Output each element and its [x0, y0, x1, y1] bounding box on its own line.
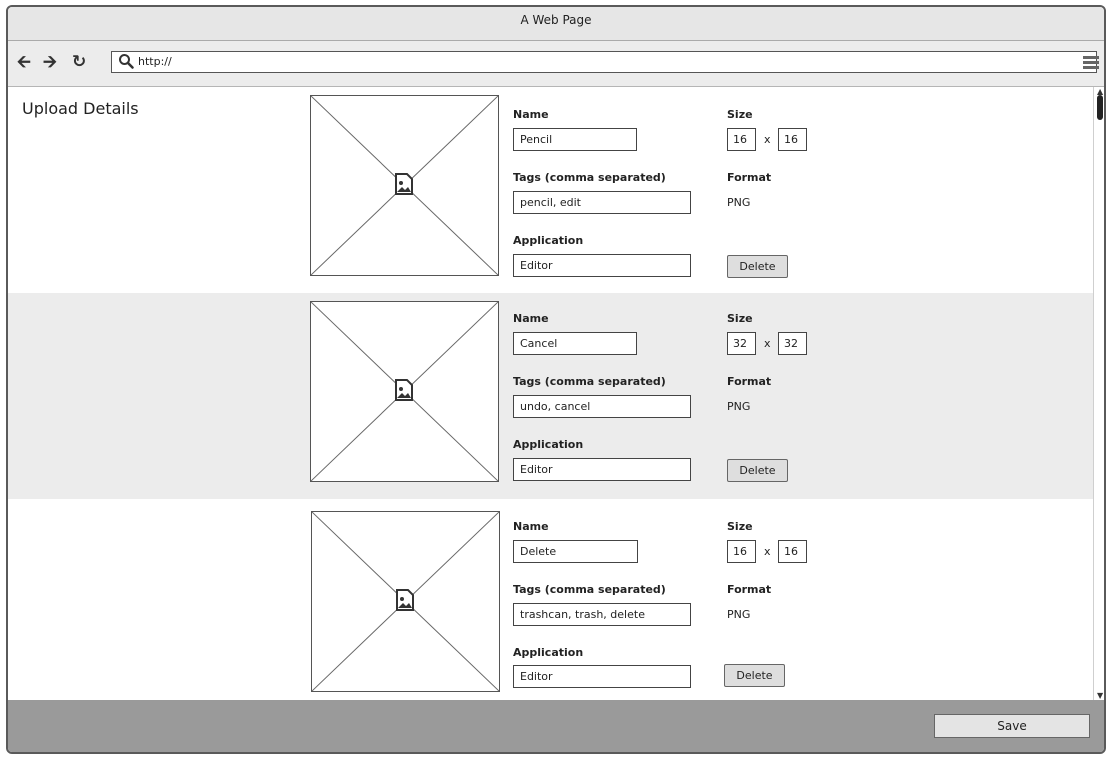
tags-field[interactable]: pencil, edit [513, 191, 691, 214]
application-field[interactable]: Editor [513, 254, 691, 277]
save-button[interactable]: Save [934, 714, 1090, 738]
image-placeholder [310, 95, 499, 276]
height-field[interactable]: 32 [778, 332, 807, 355]
height-field[interactable]: 16 [778, 128, 807, 151]
upload-item: Name Pencil Tags (comma separated) penci… [8, 87, 1093, 293]
name-label: Name [513, 520, 549, 533]
tags-label: Tags (comma separated) [513, 583, 666, 596]
scrollbar-thumb[interactable] [1097, 95, 1103, 120]
browser-window: A Web Page 🡨 🡪 ↻ http:// Upload Details … [6, 5, 1106, 754]
tags-field[interactable]: undo, cancel [513, 395, 691, 418]
format-label: Format [727, 583, 772, 596]
application-field[interactable]: Editor [513, 458, 691, 481]
size-label: Size [727, 312, 753, 325]
name-field[interactable]: Delete [513, 540, 638, 563]
format-label: Format [727, 375, 772, 388]
image-placeholder-icon [395, 173, 413, 195]
address-bar[interactable]: http:// [111, 51, 1097, 73]
search-icon [119, 54, 134, 69]
name-label: Name [513, 312, 549, 325]
page-content: Upload Details Name Pencil Tags (comma s… [8, 87, 1093, 700]
delete-button[interactable]: Delete [727, 459, 788, 482]
format-label: Format [727, 171, 772, 184]
delete-button[interactable]: Delete [727, 255, 788, 278]
size-label: Size [727, 520, 753, 533]
application-field[interactable]: Editor [513, 665, 691, 688]
width-field[interactable]: 16 [727, 128, 756, 151]
vertical-scrollbar[interactable]: ▲ ▼ [1093, 87, 1104, 700]
window-title: A Web Page [8, 7, 1104, 41]
size-separator: x [764, 133, 771, 146]
back-arrow-icon[interactable]: 🡨 [17, 53, 31, 71]
format-value: PNG [727, 400, 751, 413]
scroll-down-icon[interactable]: ▼ [1097, 691, 1103, 700]
size-separator: x [764, 545, 771, 558]
upload-item: Name Cancel Tags (comma separated) undo,… [8, 293, 1093, 499]
footer-bar: Save [8, 700, 1104, 752]
image-placeholder-icon [396, 589, 414, 611]
name-label: Name [513, 108, 549, 121]
format-value: PNG [727, 608, 751, 621]
reload-icon[interactable]: ↻ [72, 53, 86, 71]
hamburger-menu-icon[interactable] [1083, 56, 1099, 69]
name-field[interactable]: Cancel [513, 332, 637, 355]
upload-item: Name Delete Tags (comma separated) trash… [8, 499, 1093, 700]
browser-toolbar: 🡨 🡪 ↻ http:// [8, 41, 1104, 87]
height-field[interactable]: 16 [778, 540, 807, 563]
size-label: Size [727, 108, 753, 121]
tags-label: Tags (comma separated) [513, 375, 666, 388]
application-label: Application [513, 234, 584, 247]
application-label: Application [513, 438, 584, 451]
format-value: PNG [727, 196, 751, 209]
name-field[interactable]: Pencil [513, 128, 637, 151]
delete-button[interactable]: Delete [724, 664, 785, 687]
width-field[interactable]: 16 [727, 540, 756, 563]
image-placeholder [310, 301, 499, 482]
tags-field[interactable]: trashcan, trash, delete [513, 603, 691, 626]
image-placeholder [311, 511, 500, 692]
width-field[interactable]: 32 [727, 332, 756, 355]
image-placeholder-icon [395, 379, 413, 401]
application-label: Application [513, 646, 584, 659]
forward-arrow-icon[interactable]: 🡪 [43, 53, 57, 71]
tags-label: Tags (comma separated) [513, 171, 666, 184]
size-separator: x [764, 337, 771, 350]
url-text: http:// [138, 55, 172, 68]
